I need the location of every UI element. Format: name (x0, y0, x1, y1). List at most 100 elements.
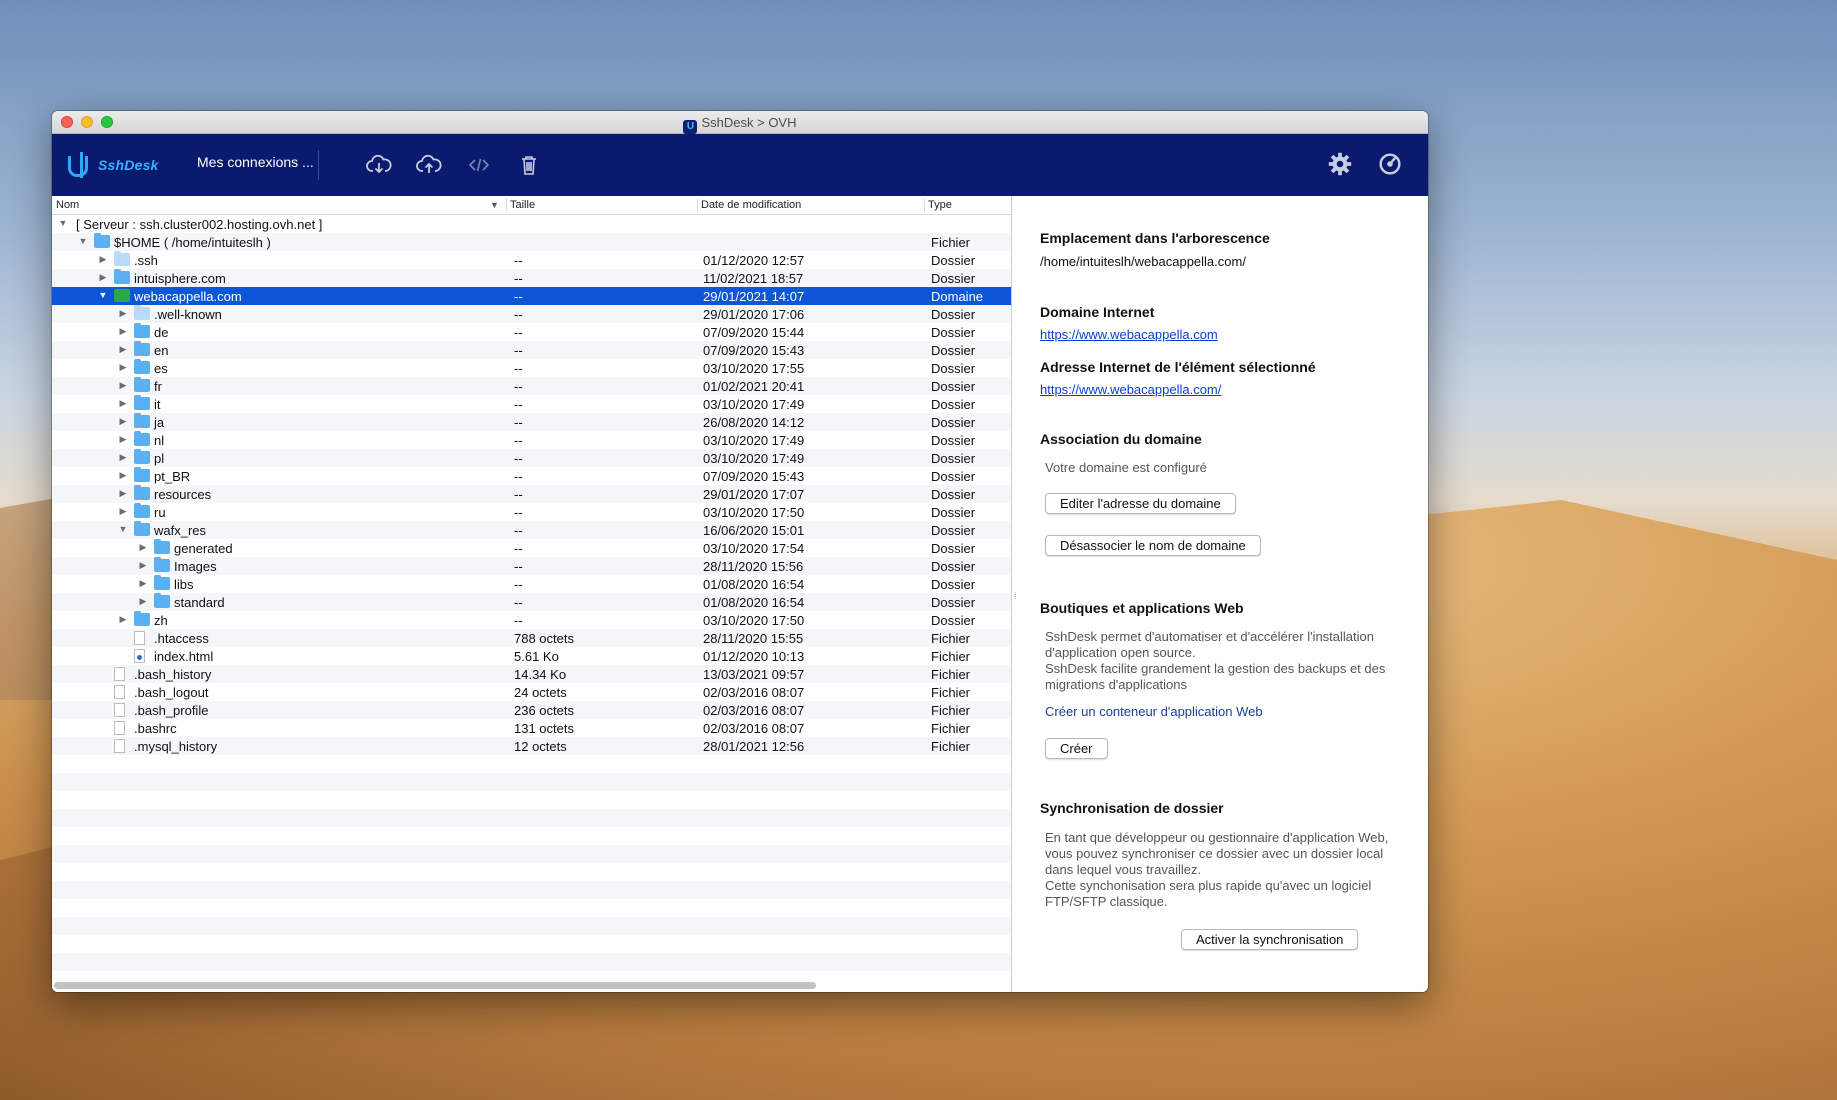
file-row[interactable]: ▶ nl -- 03/10/2020 17:49 Dossier (52, 431, 1011, 449)
file-row[interactable]: .bash_history 14.34 Ko 13/03/2021 09:57 Fic… (52, 665, 1011, 683)
disclosure-collapsed-icon[interactable]: ▶ (118, 308, 128, 319)
disclosure-collapsed-icon[interactable]: ▶ (118, 362, 128, 373)
edit-domain-button[interactable]: Editer l'adresse du domaine (1045, 493, 1236, 514)
disclosure-collapsed-icon[interactable]: ▶ (138, 542, 148, 553)
file-row[interactable]: ▶ .well-known -- 29/01/2020 17:06 Dossier (52, 305, 1011, 323)
file-type: Dossier (931, 469, 976, 484)
disclosure-collapsed-icon[interactable]: ▶ (118, 398, 128, 409)
disclosure-collapsed-icon[interactable]: ▶ (118, 434, 128, 445)
refresh-icon[interactable] (1374, 148, 1406, 180)
file-row[interactable]: ▶ fr -- 01/02/2021 20:41 Dossier (52, 377, 1011, 395)
column-header: Nom ▼ Taille Date de modification Type (52, 196, 1011, 215)
empty-row (52, 809, 1011, 827)
file-row[interactable]: .bashrc 131 octets 02/03/2016 08:07 Fichier (52, 719, 1011, 737)
column-date-header[interactable]: Date de modification (701, 199, 801, 211)
domain-url-link[interactable]: https://www.webacappella.com (1040, 327, 1218, 342)
download-cloud-icon[interactable] (364, 150, 394, 180)
column-type-header[interactable]: Type (928, 199, 952, 211)
file-row[interactable]: .mysql_history 12 octets 28/01/2021 12:56 F… (52, 737, 1011, 755)
folder-icon (134, 611, 150, 626)
file-row[interactable]: ▶ Images -- 28/11/2020 15:56 Dossier (52, 557, 1011, 575)
file-row[interactable]: ▶ pl -- 03/10/2020 17:49 Dossier (52, 449, 1011, 467)
trash-icon[interactable] (514, 150, 544, 180)
file-date: 11/02/2021 18:57 (703, 271, 804, 286)
file-row[interactable]: ▶ generated -- 03/10/2020 17:54 Dossier (52, 539, 1011, 557)
disclosure-collapsed-icon[interactable]: ▶ (118, 416, 128, 427)
file-date: 01/02/2021 20:41 (703, 379, 805, 394)
disclosure-expanded-icon[interactable]: ▼ (98, 290, 108, 300)
file-row[interactable]: ▼ webacappella.com -- 29/01/2021 14:07 Domai… (52, 287, 1011, 305)
file-date: 01/08/2020 16:54 (703, 577, 805, 592)
file-row[interactable]: ▶ intuisphere.com -- 11/02/2021 18:57 Dossie… (52, 269, 1011, 287)
disclosure-collapsed-icon[interactable]: ▶ (118, 488, 128, 499)
column-name-header[interactable]: Nom (56, 199, 79, 211)
file-row[interactable]: ▶ es -- 03/10/2020 17:55 Dossier (52, 359, 1011, 377)
folder-icon (134, 341, 150, 356)
sync-text-1: En tant que développeur ou gestionnaire … (1045, 830, 1389, 877)
file-type: Dossier (931, 451, 976, 466)
sort-descending-icon[interactable]: ▼ (490, 200, 499, 210)
settings-gear-icon[interactable] (1324, 148, 1356, 180)
disclosure-expanded-icon[interactable]: ▼ (118, 524, 128, 534)
file-row[interactable]: ▶ de -- 07/09/2020 15:44 Dossier (52, 323, 1011, 341)
file-row[interactable]: ▶ libs -- 01/08/2020 16:54 Dossier (52, 575, 1011, 593)
file-row[interactable]: index.html 5.61 Ko 01/12/2020 10:13 Fichier (52, 647, 1011, 665)
file-row[interactable]: ▶ it -- 03/10/2020 17:49 Dossier (52, 395, 1011, 413)
file-size: -- (514, 487, 523, 502)
activate-sync-button[interactable]: Activer la synchronisation (1181, 929, 1359, 950)
disclosure-collapsed-icon[interactable]: ▶ (138, 560, 148, 571)
file-row[interactable]: ▶ resources -- 29/01/2020 17:07 Dossier (52, 485, 1011, 503)
file-row[interactable]: .bash_logout 24 octets 02/03/2016 08:07 Fic… (52, 683, 1011, 701)
empty-row (52, 827, 1011, 845)
disclosure-collapsed-icon[interactable]: ▶ (118, 380, 128, 391)
disclosure-collapsed-icon[interactable]: ▶ (118, 614, 128, 625)
file-row[interactable]: ▶ standard -- 01/08/2020 16:54 Dossier (52, 593, 1011, 611)
file-row[interactable]: ▶ ja -- 26/08/2020 14:12 Dossier (52, 413, 1011, 431)
disclosure-collapsed-icon[interactable]: ▶ (118, 326, 128, 337)
file-row[interactable]: ▶ ru -- 03/10/2020 17:50 Dossier (52, 503, 1011, 521)
sync-heading: Synchronisation de dossier (1040, 800, 1224, 816)
disclosure-collapsed-icon[interactable]: ▶ (118, 506, 128, 517)
file-date: 28/11/2020 15:56 (703, 559, 804, 574)
horizontal-scrollbar[interactable] (54, 982, 816, 989)
html-file-icon (134, 649, 145, 663)
disclosure-collapsed-icon[interactable]: ▶ (138, 596, 148, 607)
file-row[interactable]: ▼ [ Serveur : ssh.cluster002.hosting.ovh.… (52, 215, 1011, 233)
disclosure-collapsed-icon[interactable]: ▶ (98, 272, 108, 283)
disclosure-collapsed-icon[interactable]: ▶ (98, 254, 108, 265)
file-row[interactable]: ▶ .ssh -- 01/12/2020 12:57 Dossier (52, 251, 1011, 269)
disclosure-expanded-icon[interactable]: ▼ (78, 236, 88, 246)
column-size-header[interactable]: Taille (510, 199, 535, 211)
file-type: Dossier (931, 487, 976, 502)
file-row[interactable]: ▶ pt_BR -- 07/09/2020 15:43 Dossier (52, 467, 1011, 485)
file-name: nl (154, 433, 165, 448)
disclosure-collapsed-icon[interactable]: ▶ (118, 344, 128, 355)
file-row[interactable]: .bash_profile 236 octets 02/03/2016 08:07 F… (52, 701, 1011, 719)
file-size: -- (514, 613, 523, 628)
address-url-link[interactable]: https://www.webacappella.com/ (1040, 382, 1221, 397)
connections-menu-button[interactable]: Mes connexions ... (197, 154, 314, 170)
create-button[interactable]: Créer (1045, 738, 1108, 759)
folder-icon (134, 521, 150, 536)
disclosure-collapsed-icon[interactable]: ▶ (138, 578, 148, 589)
file-date: 29/01/2021 14:07 (703, 289, 805, 304)
create-web-app-container-link[interactable]: Créer un conteneur d'application Web (1045, 704, 1263, 719)
file-row[interactable]: ▼ $HOME ( /home/intuiteslh ) Fichier (52, 233, 1011, 251)
code-editor-icon[interactable] (464, 150, 494, 180)
disclosure-collapsed-icon[interactable]: ▶ (118, 470, 128, 481)
upload-cloud-icon[interactable] (414, 150, 444, 180)
disclosure-collapsed-icon[interactable]: ▶ (118, 452, 128, 463)
file-row[interactable]: ▶ zh -- 03/10/2020 17:50 Dossier (52, 611, 1011, 629)
folder-icon (134, 503, 150, 518)
file-row[interactable]: .htaccess 788 octets 28/11/2020 15:55 Fichi… (52, 629, 1011, 647)
file-date: 26/08/2020 14:12 (703, 415, 805, 430)
title-bar[interactable]: U SshDesk > OVH (52, 111, 1428, 134)
file-name: libs (174, 577, 194, 592)
file-size: -- (514, 415, 523, 430)
dissociate-domain-button[interactable]: Désassocier le nom de domaine (1045, 535, 1261, 556)
file-date: 03/10/2020 17:50 (703, 613, 805, 628)
file-row[interactable]: ▼ wafx_res -- 16/06/2020 15:01 Dossier (52, 521, 1011, 539)
disclosure-expanded-icon[interactable]: ▼ (58, 218, 68, 228)
file-row[interactable]: ▶ en -- 07/09/2020 15:43 Dossier (52, 341, 1011, 359)
file-size: 12 octets (514, 739, 567, 754)
